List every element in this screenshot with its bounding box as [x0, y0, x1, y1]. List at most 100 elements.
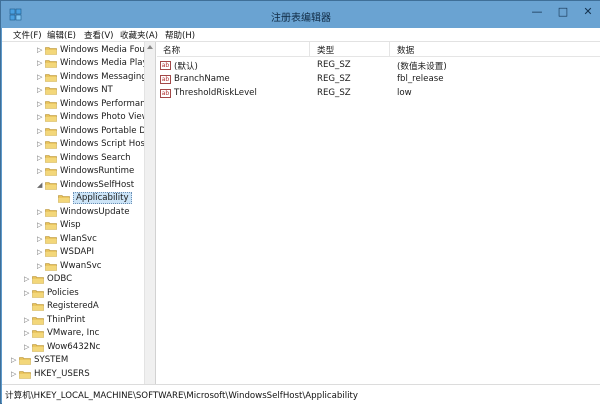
menu-edit[interactable]: 编辑(E) [47, 29, 76, 41]
expand-arrow-icon[interactable]: ▷ [24, 289, 32, 297]
value-row[interactable]: ab BranchName REG_SZ fbl_release [157, 73, 600, 87]
close-button[interactable]: ✕ [576, 3, 600, 21]
expand-arrow-icon[interactable]: ▷ [37, 221, 45, 229]
tree-item[interactable]: ▷ WlanSvc [37, 234, 97, 247]
tree-item-label: Policies [47, 288, 79, 298]
minimize-button[interactable]: — [525, 3, 549, 21]
expand-arrow-icon[interactable]: ▷ [24, 275, 32, 283]
column-divider[interactable] [389, 42, 390, 57]
expand-arrow-icon[interactable]: ▷ [37, 262, 45, 270]
tree-item-label: WindowsSelfHost [60, 180, 135, 190]
values-list: 名称 类型 数据 ab (默认) REG_SZ (数值未设置) ab Branc… [157, 42, 600, 384]
folder-icon [45, 59, 57, 68]
tree-item[interactable]: ▷ Policies [24, 288, 79, 301]
key-tree: ▷ Windows Media Foun ▷ Windows Media Playe ▷… [2, 42, 156, 384]
expand-arrow-icon[interactable]: ▷ [37, 59, 45, 67]
tree-item[interactable]: ▷ ODBC [24, 274, 72, 287]
tree-item[interactable]: ▷ Windows Performanc [37, 99, 150, 112]
tree-item[interactable]: ▷ Wow6432Nc [24, 342, 100, 355]
tree-scrollbar[interactable] [144, 42, 155, 384]
tree-item-label: Applicability [73, 192, 132, 204]
folder-icon [45, 73, 57, 82]
expand-arrow-icon[interactable]: ▷ [37, 86, 45, 94]
tree-item[interactable]: ▷ WwanSvc [37, 261, 102, 274]
tree-item-label: RegisteredA [47, 301, 99, 311]
column-type-header[interactable]: 类型 [317, 44, 334, 56]
window-title: 注册表编辑器 [271, 13, 331, 24]
folder-icon [45, 235, 57, 244]
column-divider[interactable] [309, 42, 310, 57]
tree-item-label: Windows NT [60, 85, 113, 95]
expand-arrow-icon[interactable]: ▷ [11, 370, 19, 378]
expand-arrow-icon[interactable]: ▷ [37, 100, 45, 108]
tree-item[interactable]: ▷ Windows Portable De [37, 126, 151, 139]
value-data: (数值未设置) [397, 62, 447, 72]
tree-item[interactable]: ▷ ThinPrint [24, 315, 85, 328]
tree-item-label: Windows Media Foun [60, 45, 151, 55]
tree-item[interactable]: ▷ Wisp [37, 220, 81, 233]
folder-icon [45, 140, 57, 149]
expand-arrow-icon[interactable]: ▷ [11, 356, 19, 364]
tree-item[interactable]: ▷ WSDAPI [37, 247, 94, 260]
tree-item-label: WindowsRuntime [60, 166, 135, 176]
expand-arrow-icon[interactable]: ▷ [37, 73, 45, 81]
value-row[interactable]: ab ThresholdRiskLevel REG_SZ low [157, 87, 600, 101]
expand-arrow-icon[interactable]: ▷ [37, 127, 45, 135]
folder-icon [32, 329, 44, 338]
value-type: REG_SZ [317, 60, 351, 70]
folder-icon [45, 221, 57, 230]
tree-item[interactable]: ▷ Windows Photo View [37, 112, 149, 125]
expand-arrow-icon[interactable]: ▷ [37, 46, 45, 54]
expand-arrow-icon[interactable]: ▷ [24, 343, 32, 351]
menu-view[interactable]: 查看(V) [84, 29, 113, 41]
expand-arrow-icon[interactable]: ▷ [24, 316, 32, 324]
folder-icon [45, 113, 57, 122]
tree-item[interactable]: Applicability [50, 192, 132, 206]
tree-item[interactable]: ▷ Windows Messaging [37, 72, 147, 85]
tree-item[interactable]: ▷ WindowsUpdate [37, 207, 129, 220]
folder-icon [45, 208, 57, 217]
expand-arrow-icon[interactable]: ▷ [37, 113, 45, 121]
folder-icon [32, 302, 44, 311]
tree-item-label: ODBC [47, 274, 73, 284]
folder-icon [32, 316, 44, 325]
tree-item-label: Windows Script Host [60, 139, 149, 149]
folder-icon [45, 248, 57, 257]
expand-arrow-icon[interactable]: ▷ [37, 208, 45, 216]
collapse-arrow-icon[interactable]: ◢ [37, 181, 45, 189]
menu-favorites[interactable]: 收藏夹(A) [120, 29, 158, 41]
expand-arrow-icon[interactable]: ▷ [24, 329, 32, 337]
expand-arrow-icon[interactable]: ▷ [37, 235, 45, 243]
expand-arrow-icon[interactable]: ▷ [37, 248, 45, 256]
expand-arrow-icon[interactable]: ▷ [37, 154, 45, 162]
tree-item[interactable]: RegisteredA [24, 301, 99, 314]
value-row[interactable]: ab (默认) REG_SZ (数值未设置) [157, 59, 600, 73]
folder-icon [58, 194, 70, 203]
tree-item[interactable]: ▷ Windows NT [37, 85, 113, 98]
menu-help[interactable]: 帮助(H) [165, 29, 195, 41]
maximize-button[interactable]: □ [551, 3, 575, 21]
expand-arrow-icon[interactable]: ▷ [37, 167, 45, 175]
status-bar: 计算机\HKEY_LOCAL_MACHINE\SOFTWARE\Microsof… [2, 384, 600, 404]
tree-item-label: SYSTEM [34, 355, 69, 365]
column-name-header[interactable]: 名称 [163, 44, 180, 56]
tree-item[interactable]: ▷ Windows Search [37, 153, 131, 166]
tree-item-label: WwanSvc [60, 261, 102, 271]
folder-icon [45, 86, 57, 95]
value-data: fbl_release [397, 74, 444, 84]
scroll-up-arrow-icon[interactable] [147, 45, 153, 49]
folder-icon [45, 46, 57, 55]
tree-item-label: HKEY_USERS [34, 369, 90, 379]
tree-item[interactable]: ▷ WindowsRuntime [37, 166, 134, 179]
tree-item[interactable]: ▷ Windows Script Host [37, 139, 148, 152]
tree-item[interactable]: ▷ Windows Media Foun [37, 45, 150, 58]
tree-item[interactable]: ▷ Windows Media Playe [37, 58, 153, 71]
menu-file[interactable]: 文件(F) [13, 29, 42, 41]
column-data-header[interactable]: 数据 [397, 44, 414, 56]
tree-item[interactable]: ▷ HKEY_USERS [11, 369, 90, 382]
title-bar[interactable]: 注册表编辑器 — □ ✕ [1, 1, 600, 28]
tree-item-label: WSDAPI [60, 247, 95, 257]
tree-item[interactable]: ▷ SYSTEM [11, 355, 68, 368]
expand-arrow-icon[interactable]: ▷ [37, 140, 45, 148]
tree-item[interactable]: ▷ VMware, Inc [24, 328, 99, 341]
